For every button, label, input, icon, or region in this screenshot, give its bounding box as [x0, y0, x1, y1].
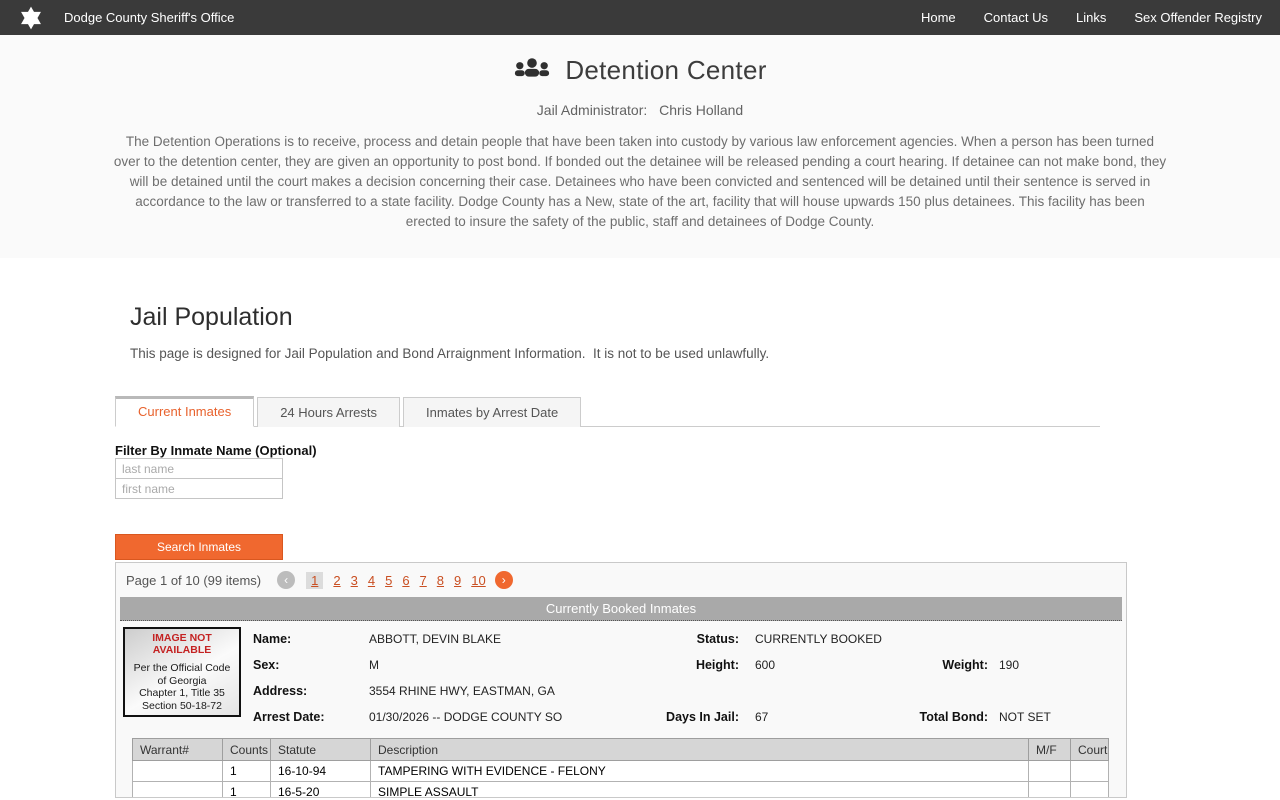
nav-sex-offender-registry-link[interactable]: Sex Offender Registry: [1134, 10, 1262, 25]
charges-table: Warrant# Counts Statute Description M/F …: [132, 738, 1109, 798]
charge-mf: [1029, 761, 1071, 782]
detention-description: The Detention Operations is to receive, …: [111, 132, 1169, 232]
main-content: Jail Population This page is designed fo…: [0, 258, 1280, 798]
search-inmates-button[interactable]: Search Inmates: [115, 534, 283, 560]
users-icon: [513, 56, 551, 86]
last-name-input[interactable]: [115, 458, 283, 479]
pagination-bar: Page 1 of 10 (99 items) ‹ 1 2 3 4 5 6 7 …: [116, 563, 1126, 597]
brand: Dodge County Sheriff's Office: [18, 5, 234, 31]
pagination-page-8[interactable]: 8: [437, 573, 444, 588]
status-value: CURRENTLY BOOKED: [739, 632, 908, 646]
pagination-summary: Page 1 of 10 (99 items): [126, 573, 261, 588]
name-value: ABBOTT, DEVIN BLAKE: [369, 632, 649, 646]
photo-legal-line: of Georgia: [125, 675, 239, 688]
page-title: Detention Center: [565, 55, 766, 86]
charge-court: [1071, 782, 1109, 799]
address-label: Address:: [253, 684, 369, 698]
photo-legal-line: Chapter 1, Title 35: [125, 687, 239, 700]
col-counts: Counts: [223, 739, 271, 761]
charge-counts: 1: [223, 782, 271, 799]
days-in-jail-value: 67: [739, 710, 908, 724]
admin-label: Jail Administrator:: [537, 102, 647, 118]
charge-statute: 16-5-20: [271, 782, 371, 799]
sheriff-star-icon: [18, 5, 44, 31]
jail-administrator-line: Jail Administrator: Chris Holland: [0, 102, 1280, 118]
col-description: Description: [371, 739, 1029, 761]
charge-court: [1071, 761, 1109, 782]
charge-description: TAMPERING WITH EVIDENCE - FELONY: [371, 761, 1029, 782]
admin-name: Chris Holland: [659, 102, 743, 118]
charge-warrant: [133, 761, 223, 782]
nav-links-link[interactable]: Links: [1076, 10, 1106, 25]
charge-description: SIMPLE ASSAULT: [371, 782, 1029, 799]
total-bond-value: NOT SET: [988, 710, 1051, 724]
top-nav-links: Home Contact Us Links Sex Offender Regis…: [921, 10, 1262, 25]
nav-contact-link[interactable]: Contact Us: [984, 10, 1048, 25]
arrest-date-value: 01/30/2026 -- DODGE COUNTY SO: [369, 710, 649, 724]
address-value: 3554 RHINE HWY, EASTMAN, GA: [369, 684, 649, 698]
jail-population-subtitle: This page is designed for Jail Populatio…: [130, 346, 1280, 361]
pagination-page-5[interactable]: 5: [385, 573, 392, 588]
charge-mf: [1029, 782, 1071, 799]
status-label: Status:: [649, 632, 739, 646]
charge-row: 1 16-10-94 TAMPERING WITH EVIDENCE - FEL…: [133, 761, 1109, 782]
tab-strip: Current Inmates 24 Hours Arrests Inmates…: [115, 395, 1100, 427]
photo-legal-text: Per the Official Code of Georgia Chapter…: [125, 662, 239, 712]
pagination-page-1[interactable]: 1: [306, 572, 323, 589]
total-bond-label: Total Bond:: [908, 710, 988, 724]
sex-label: Sex:: [253, 658, 369, 672]
col-mf: M/F: [1029, 739, 1071, 761]
pagination-prev-icon[interactable]: ‹: [277, 571, 295, 589]
tab-inmates-by-arrest-date[interactable]: Inmates by Arrest Date: [403, 397, 581, 427]
photo-legal-line: Section 50-18-72: [125, 700, 239, 713]
weight-label: Weight:: [908, 658, 988, 672]
charges-header-row: Warrant# Counts Statute Description M/F …: [133, 739, 1109, 761]
col-warrant: Warrant#: [133, 739, 223, 761]
arrest-date-label: Arrest Date:: [253, 710, 369, 724]
brand-title-text: Dodge County Sheriff's Office: [64, 10, 234, 25]
first-name-input[interactable]: [115, 478, 283, 499]
pagination-page-10[interactable]: 10: [471, 573, 485, 588]
photo-not-available-text: IMAGE NOT AVAILABLE: [125, 632, 239, 656]
pagination-page-4[interactable]: 4: [368, 573, 375, 588]
col-court: Court: [1071, 739, 1109, 761]
hero-section: Detention Center Jail Administrator: Chr…: [0, 35, 1280, 258]
charge-row: 1 16-5-20 SIMPLE ASSAULT: [133, 782, 1109, 799]
photo-legal-line: Per the Official Code: [125, 662, 239, 675]
pagination-page-6[interactable]: 6: [402, 573, 409, 588]
name-label: Name:: [253, 632, 369, 646]
jail-population-heading: Jail Population: [130, 303, 1280, 332]
charge-warrant: [133, 782, 223, 799]
inmate-photo-placeholder: IMAGE NOT AVAILABLE Per the Official Cod…: [123, 627, 241, 717]
pagination-page-7[interactable]: 7: [420, 573, 427, 588]
charge-counts: 1: [223, 761, 271, 782]
top-navigation-bar: Dodge County Sheriff's Office Home Conta…: [0, 0, 1280, 35]
days-in-jail-label: Days In Jail:: [649, 710, 739, 724]
sex-value: M: [369, 658, 649, 672]
inmate-record: IMAGE NOT AVAILABLE Per the Official Cod…: [116, 621, 1126, 738]
tab-24-hours-arrests[interactable]: 24 Hours Arrests: [257, 397, 400, 427]
charge-statute: 16-10-94: [271, 761, 371, 782]
filter-label: Filter By Inmate Name (Optional): [115, 443, 1280, 458]
results-panel: Page 1 of 10 (99 items) ‹ 1 2 3 4 5 6 7 …: [115, 562, 1127, 798]
inmate-fields: Name: ABBOTT, DEVIN BLAKE Status: CURREN…: [253, 627, 1122, 724]
height-value: 600: [739, 658, 908, 672]
currently-booked-header: Currently Booked Inmates: [120, 597, 1122, 621]
tab-current-inmates[interactable]: Current Inmates: [115, 396, 254, 427]
weight-value: 190: [988, 658, 1019, 672]
nav-home-link[interactable]: Home: [921, 10, 956, 25]
pagination-next-icon[interactable]: ›: [495, 571, 513, 589]
pagination-page-2[interactable]: 2: [333, 573, 340, 588]
pagination-page-3[interactable]: 3: [351, 573, 358, 588]
height-label: Height:: [649, 658, 739, 672]
pagination-page-9[interactable]: 9: [454, 573, 461, 588]
col-statute: Statute: [271, 739, 371, 761]
